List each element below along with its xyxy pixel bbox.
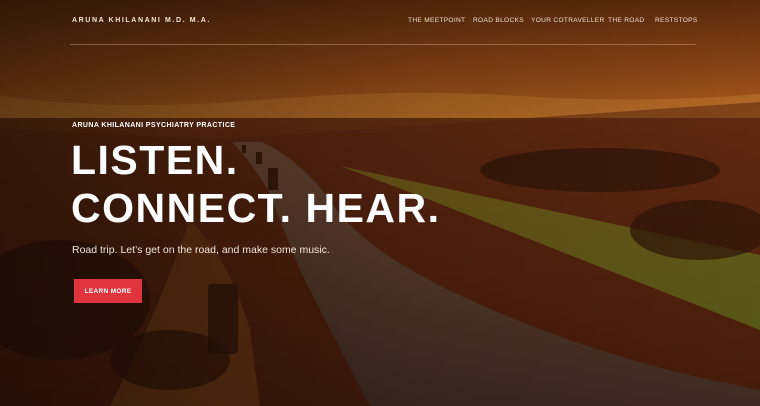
learn-more-button[interactable]: LEARN MORE [74,279,142,303]
hero-headline-line-2: CONNECT. HEAR. [71,185,441,231]
nav-item-reststops[interactable]: RESTSTOPS [655,17,698,24]
nav-item-your-cotraveller[interactable]: YOUR COTRAVELLER [531,17,605,24]
nav-item-the-meetpoint[interactable]: THE MEETPOINT [408,17,465,24]
hero-subtext: Road trip. Let’s get on the road, and ma… [72,244,330,256]
nav-divider [70,44,696,45]
nav-item-road-blocks[interactable]: ROAD BLOCKS [473,17,524,24]
site-logo-text[interactable]: ARUNA KHILANANI M.D. M.A. [72,17,211,24]
nav-item-the-road[interactable]: THE ROAD [608,17,644,24]
hero-kicker: ARUNA KHILANANI PSYCHIATRY PRACTICE [72,122,236,129]
hero-headline-line-1: LISTEN. [71,137,239,183]
top-navbar: ARUNA KHILANANI M.D. M.A. THE MEETPOINT … [0,0,760,44]
hero-headline: LISTEN. CONNECT. HEAR. [71,136,441,232]
